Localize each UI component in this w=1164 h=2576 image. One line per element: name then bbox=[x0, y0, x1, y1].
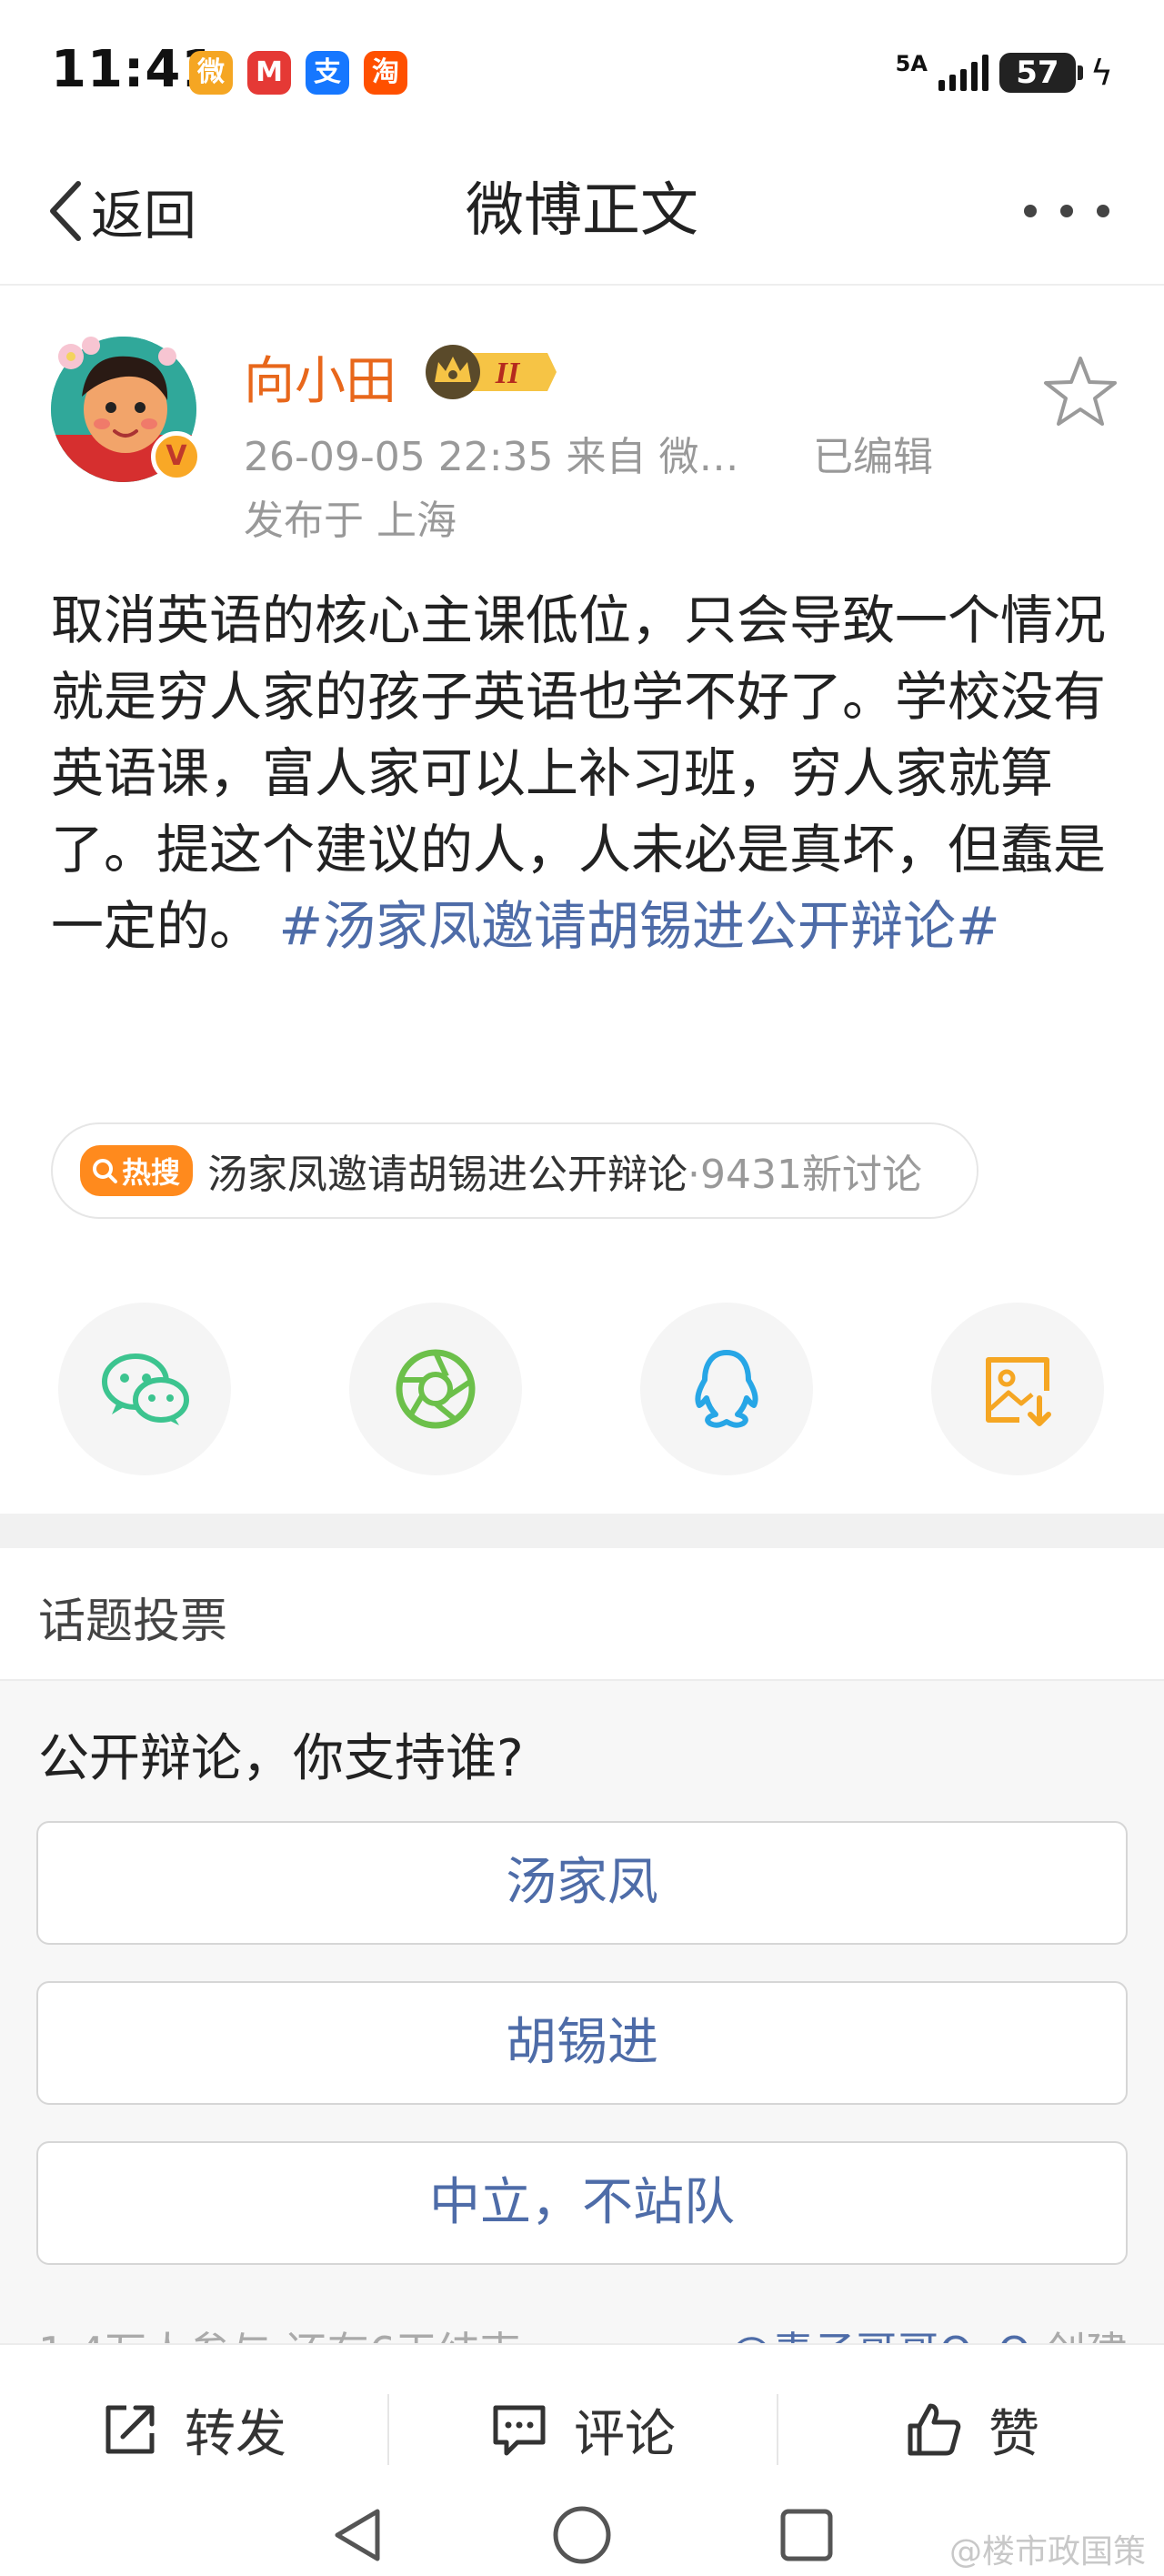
system-home-button[interactable] bbox=[548, 2501, 616, 2569]
system-recents-button[interactable] bbox=[773, 2501, 840, 2569]
save-image-icon bbox=[986, 1357, 1051, 1426]
alipay-app-icon: 支 bbox=[306, 51, 349, 95]
avatar[interactable]: V bbox=[51, 337, 202, 482]
triangle-back-icon bbox=[335, 2509, 380, 2561]
comment-label: 评论 bbox=[574, 2404, 676, 2464]
taobao-app-icon: 淘 bbox=[364, 51, 407, 95]
post-location: 发布于 上海 bbox=[244, 498, 457, 544]
like-label: 赞 bbox=[988, 2404, 1039, 2464]
share-qq-button[interactable] bbox=[640, 1303, 813, 1475]
battery-icon: 57 bbox=[998, 53, 1083, 93]
wechat-icon bbox=[102, 1353, 189, 1425]
hot-search-tag: 热搜 bbox=[80, 1145, 194, 1196]
status-indicators: 5A 57 ϟ bbox=[896, 47, 1113, 98]
favorite-star-icon[interactable] bbox=[1042, 353, 1119, 429]
square-recents-icon bbox=[780, 2509, 833, 2561]
share-moments-button[interactable] bbox=[349, 1303, 522, 1475]
status-bar: 11:41 微 M 支 淘 5A 57 ϟ bbox=[0, 0, 1164, 136]
vote-section-title: 话题投票 bbox=[38, 1595, 228, 1649]
network-label: 5A bbox=[895, 51, 928, 76]
share-row bbox=[0, 1303, 1164, 1475]
vote-option-1[interactable]: 汤家凤 bbox=[36, 1821, 1128, 1945]
vote-question: 公开辩论，你支持谁? bbox=[38, 1729, 524, 1788]
hot-search-count: ·9431新讨论 bbox=[687, 1152, 922, 1198]
member-crown-badge-icon[interactable]: II bbox=[420, 344, 557, 400]
hot-search-tag-label: 热搜 bbox=[122, 1155, 181, 1190]
section-divider bbox=[0, 1514, 1164, 1548]
edited-label[interactable]: 已编辑 bbox=[813, 424, 933, 482]
comment-icon bbox=[493, 2405, 546, 2456]
post-body: 取消英语的核心主课低位，只会导致一个情况就是穷人家的孩子英语也学不好了。学校没有… bbox=[51, 582, 1115, 964]
metro-app-icon: M bbox=[247, 51, 291, 95]
watermark: @楼市政国策 bbox=[948, 2533, 1146, 2571]
hot-search-text: 汤家凤邀请胡锡进公开辩论 bbox=[207, 1152, 688, 1198]
circle-home-icon bbox=[553, 2506, 611, 2564]
hashtag-link[interactable]: #汤家凤邀请胡锡进公开辩论# bbox=[278, 895, 999, 957]
thumbs-up-icon bbox=[908, 2403, 961, 2456]
vote-option-3[interactable]: 中立，不站队 bbox=[36, 2141, 1128, 2265]
moments-icon bbox=[396, 1349, 476, 1429]
page-title: 微博正文 bbox=[466, 177, 698, 245]
repost-icon bbox=[105, 2405, 155, 2454]
member-level: II bbox=[495, 357, 521, 390]
more-options-button[interactable] bbox=[1017, 167, 1117, 255]
hot-search-pill[interactable]: 热搜 汤家凤邀请胡锡进公开辩论 ·9431新讨论 bbox=[51, 1122, 978, 1219]
qq-icon bbox=[695, 1350, 758, 1428]
weibo-app-icon: 微 bbox=[189, 51, 233, 95]
signal-icon bbox=[938, 55, 988, 91]
verified-badge-icon: V bbox=[151, 431, 202, 482]
fade-overlay bbox=[913, 1124, 977, 1217]
system-back-button[interactable] bbox=[324, 2501, 391, 2569]
save-image-button[interactable] bbox=[931, 1303, 1104, 1475]
username[interactable]: 向小田 bbox=[244, 340, 396, 414]
charging-icon: ϟ bbox=[1089, 53, 1113, 93]
post-meta: 26-09-05 22:35 来自 微… bbox=[244, 434, 739, 480]
nav-bar: 返回 微博正文 bbox=[0, 136, 1164, 286]
vote-option-2[interactable]: 胡锡进 bbox=[36, 1981, 1128, 2105]
search-icon bbox=[93, 1159, 117, 1183]
repost-label: 转发 bbox=[185, 2404, 286, 2464]
vote-panel: 公开辩论，你支持谁? 汤家凤 胡锡进 中立，不站队 1.4万人参与 还有6天结束… bbox=[0, 1679, 1164, 2377]
share-wechat-button[interactable] bbox=[58, 1303, 231, 1475]
